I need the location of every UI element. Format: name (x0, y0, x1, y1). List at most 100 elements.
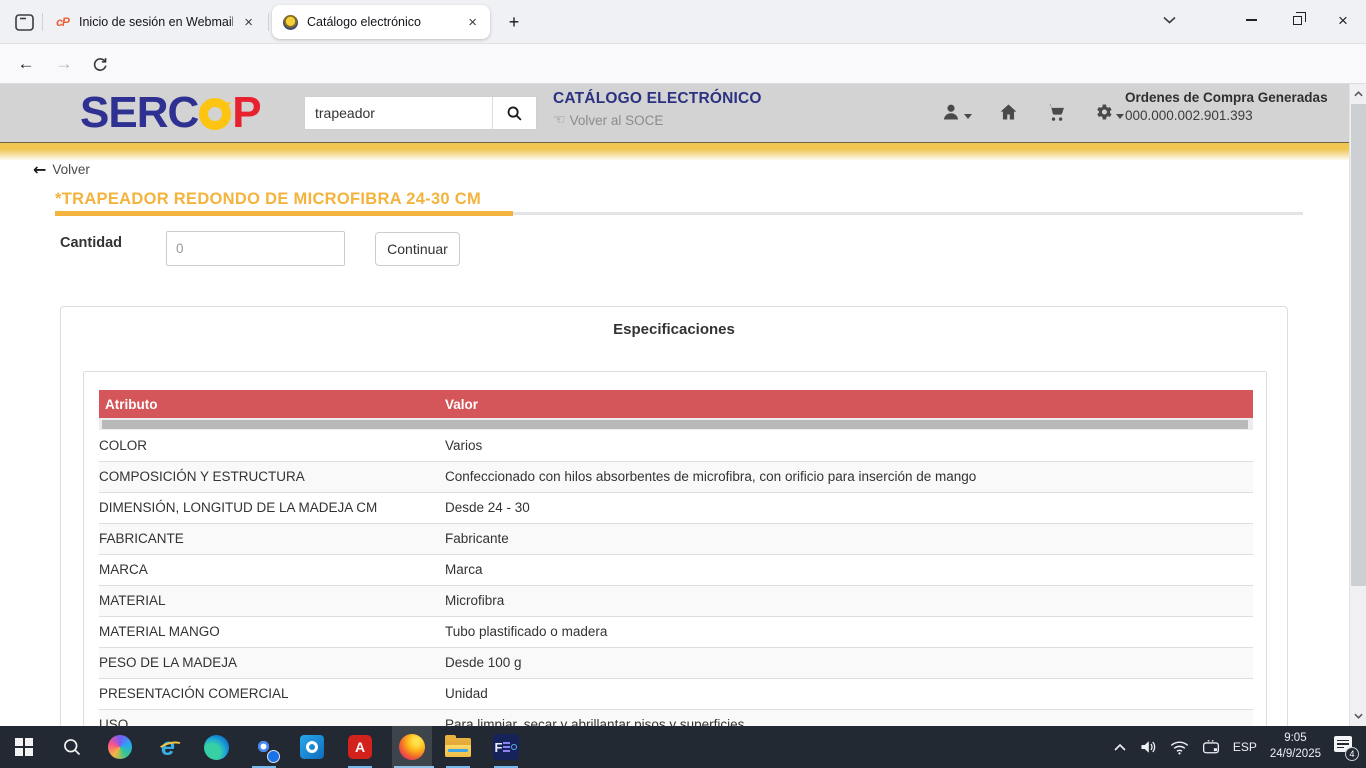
windows-logo-icon (15, 738, 33, 756)
continue-button[interactable]: Continuar (375, 232, 460, 266)
wifi-icon[interactable] (1170, 740, 1189, 755)
spec-attribute-cell: COLOR (99, 430, 445, 461)
window-minimize-button[interactable] (1228, 0, 1274, 40)
specifications-table: COLORVariosCOMPOSICIÓN Y ESTRUCTURAConfe… (99, 430, 1253, 726)
window-restore-button[interactable] (1274, 0, 1320, 40)
clock-time: 9:05 (1270, 731, 1321, 747)
hidden-icons-chevron-icon[interactable] (1114, 743, 1126, 751)
chevron-down-icon (964, 114, 972, 119)
system-tray: ESP 9:05 24/9/2025 4 (1114, 726, 1366, 768)
notification-center-icon[interactable]: 4 (1334, 736, 1356, 758)
page-vertical-scrollbar[interactable] (1349, 84, 1366, 726)
table-horizontal-scrollbar[interactable] (99, 418, 1253, 430)
table-row: MARCAMarca (99, 554, 1253, 585)
start-button[interactable] (2, 726, 46, 768)
orders-label: Ordenes de Compra Generadas (1125, 90, 1340, 105)
tab-webmail[interactable]: cP Inicio de sesión en Webmail × (44, 0, 266, 44)
forward-icon: → (50, 51, 78, 77)
table-row: COLORVarios (99, 430, 1253, 461)
tab-close-icon[interactable]: × (241, 14, 256, 31)
column-header-atributo: Atributo (99, 397, 445, 412)
browser-tab-bar: cP Inicio de sesión en Webmail × Catálog… (0, 0, 1366, 44)
volume-icon[interactable] (1139, 739, 1157, 755)
spec-attribute-cell: COMPOSICIÓN Y ESTRUCTURA (99, 461, 445, 492)
file-explorer-icon[interactable] (436, 726, 480, 768)
table-row: MATERIAL MANGOTubo plastificado o madera (99, 616, 1253, 647)
spec-attribute-cell: USO (99, 709, 445, 726)
spec-attribute-cell: MATERIAL (99, 585, 445, 616)
language-indicator[interactable]: ESP (1233, 740, 1257, 754)
taskbar-search-icon[interactable] (50, 726, 94, 768)
spec-value-cell: Microfibra (445, 585, 1253, 616)
cart-icon[interactable] (1045, 102, 1067, 122)
tab-close-icon[interactable]: × (465, 14, 480, 31)
settings-gear-icon[interactable] (1093, 102, 1124, 122)
sercop-logo-o-swoosh (199, 98, 231, 130)
cpanel-favicon: cP (54, 14, 71, 31)
spec-value-cell: Unidad (445, 678, 1253, 709)
window-close-button[interactable]: × (1320, 0, 1366, 40)
chevron-down-icon (1116, 114, 1124, 119)
table-row: USOPara limpiar, secar y abrillantar pis… (99, 709, 1253, 726)
user-menu-icon[interactable] (941, 102, 972, 122)
fe-app-icon[interactable]: F (484, 726, 528, 768)
spec-value-cell: Desde 24 - 30 (445, 492, 1253, 523)
chrome-icon[interactable] (242, 726, 286, 768)
search-input[interactable] (305, 97, 492, 129)
back-arrow-icon: ← (33, 160, 46, 179)
table-row: MATERIALMicrofibra (99, 585, 1253, 616)
sercop-header: SERCP CATÁLOGO ELECTRÓNICO ☜ Volver al S… (0, 84, 1349, 142)
table-row: PESO DE LA MADEJADesde 100 g (99, 647, 1253, 678)
display-cast-icon[interactable] (1202, 739, 1220, 755)
title-underline-yellow (55, 211, 513, 216)
spec-attribute-cell: DIMENSIÓN, LONGITUD DE LA MADEJA CM (99, 492, 445, 523)
edge-icon[interactable] (194, 726, 238, 768)
search-button[interactable] (492, 97, 536, 129)
notification-count-badge: 4 (1345, 747, 1359, 761)
scroll-up-icon[interactable] (1350, 86, 1366, 102)
scrollbar-thumb[interactable] (102, 420, 1248, 429)
volver-al-soce-link[interactable]: ☜ Volver al SOCE (553, 112, 762, 128)
scrollbar-thumb[interactable] (1351, 104, 1366, 586)
catalog-search (304, 96, 537, 130)
scroll-down-icon[interactable] (1350, 708, 1366, 724)
table-header-row: Atributo Valor (99, 390, 1253, 418)
clock[interactable]: 9:05 24/9/2025 (1270, 731, 1321, 762)
logo-text: C (167, 88, 198, 138)
page-viewport: SERCP CATÁLOGO ELECTRÓNICO ☜ Volver al S… (0, 84, 1366, 726)
table-row: FABRICANTEFabricante (99, 523, 1253, 554)
windows-taskbar: e A F (0, 726, 1366, 768)
reload-icon[interactable] (86, 51, 114, 77)
spec-value-cell: Varios (445, 430, 1253, 461)
acrobat-icon[interactable]: A (338, 726, 382, 768)
table-row: DIMENSIÓN, LONGITUD DE LA MADEJA CMDesde… (99, 492, 1253, 523)
spec-value-cell: Tubo plastificado o madera (445, 616, 1253, 647)
quantity-input[interactable] (166, 231, 345, 266)
copilot-icon[interactable] (98, 726, 142, 768)
specifications-panel: Especificaciones Atributo Valor COLORVar… (60, 306, 1288, 726)
table-row: COMPOSICIÓN Y ESTRUCTURAConfeccionado co… (99, 461, 1253, 492)
outlook-icon[interactable] (290, 726, 334, 768)
firefox-view-icon[interactable] (10, 9, 38, 35)
clock-date: 24/9/2025 (1270, 747, 1321, 763)
tab-catalogo[interactable]: Catálogo electrónico × (272, 5, 490, 39)
spec-value-cell: Marca (445, 554, 1253, 585)
spec-value-cell: Para limpiar, secar y abrillantar pisos … (445, 709, 1253, 726)
firefox-icon[interactable] (392, 726, 432, 768)
tab-separator (268, 13, 269, 31)
specifications-card: Atributo Valor COLORVariosCOMPOSICIÓN Y … (83, 371, 1267, 726)
orders-value: 000.000.002.901.393 (1125, 108, 1340, 123)
new-tab-button[interactable]: + (500, 9, 528, 35)
list-all-tabs-icon[interactable] (1146, 0, 1192, 40)
header-yellow-divider (0, 142, 1349, 162)
sercop-logo[interactable]: SERCP (80, 88, 261, 138)
product-title: *TRAPEADOR REDONDO DE MICROFIBRA 24-30 C… (55, 190, 481, 209)
back-icon[interactable]: ← (12, 51, 40, 77)
spec-attribute-cell: FABRICANTE (99, 523, 445, 554)
internet-explorer-icon[interactable]: e (146, 726, 190, 768)
volver-back-link[interactable]: ← Volver (33, 160, 90, 179)
tab-title: Catálogo electrónico (307, 15, 457, 29)
home-icon[interactable] (998, 102, 1019, 122)
title-underline-gray (513, 212, 1303, 215)
tab-separator (42, 13, 43, 31)
